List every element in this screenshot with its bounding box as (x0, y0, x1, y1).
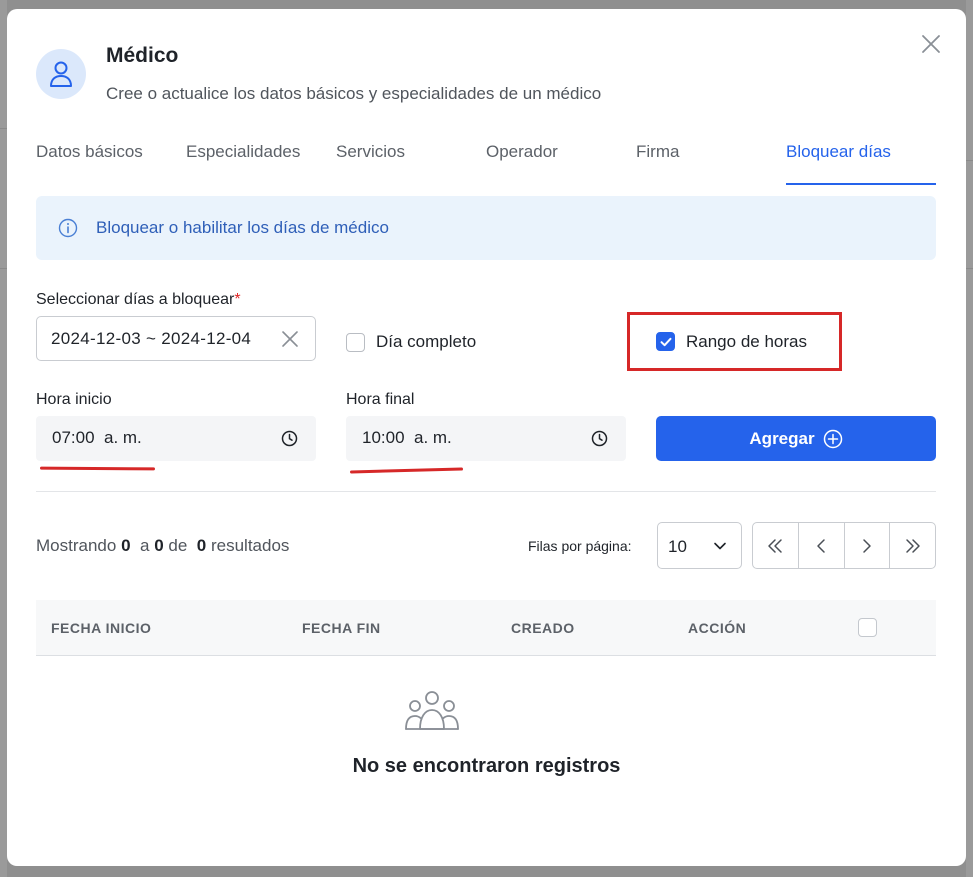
chevron-down-icon (714, 542, 726, 550)
start-hour-value: 07:00 a. m. (52, 428, 142, 447)
start-hour-input[interactable]: 07:00 a. m. (36, 416, 316, 461)
background-divider (0, 128, 7, 129)
background-divider (0, 268, 7, 269)
end-hour-value: 10:00 a. m. (362, 428, 452, 447)
clock-icon[interactable] (591, 430, 608, 447)
tab-operador[interactable]: Operador (486, 142, 558, 162)
showing-prefix: Mostrando (36, 536, 117, 555)
first-page-button[interactable] (753, 523, 799, 568)
pagination-controls (752, 522, 936, 569)
close-button[interactable] (920, 33, 942, 55)
tab-bloquear-dias[interactable]: Bloquear días (786, 142, 891, 162)
tab-firma[interactable]: Firma (636, 142, 679, 162)
annotation-underline (39, 466, 156, 471)
section-divider (36, 491, 936, 492)
showing-a: a (139, 536, 150, 555)
results-total: 0 (196, 536, 207, 555)
select-all-checkbox[interactable] (858, 618, 877, 637)
background-divider (966, 160, 973, 161)
medico-modal: Médico Cree o actualice los datos básico… (7, 9, 966, 866)
column-header-creado[interactable]: CREADO (511, 620, 575, 636)
start-hour-label: Hora inicio (36, 391, 112, 408)
rows-per-page-value: 10 (668, 537, 687, 556)
showing-de: de (168, 536, 188, 555)
dates-label-text: Seleccionar días a bloquear (36, 291, 235, 308)
dates-label: Seleccionar días a bloquear* (36, 291, 241, 309)
chevrons-right-icon (905, 538, 920, 553)
modal-title: Médico (106, 44, 179, 67)
plus-circle-icon (823, 429, 842, 448)
background-page-left (0, 0, 7, 877)
add-button-label: Agregar (749, 428, 815, 448)
chevrons-left-icon (768, 538, 783, 553)
tab-datos-basicos[interactable]: Datos básicos (36, 142, 143, 162)
results-summary: Mostrando 0 a 0 de 0 resultados (36, 536, 289, 556)
table-header: FECHA INICIO FECHA FIN CREADO ACCIÓN (36, 600, 936, 656)
date-range-input[interactable]: 2024-12-03 ~ 2024-12-04 (36, 316, 316, 361)
empty-state-text: No se encontraron registros (352, 755, 621, 777)
info-icon (58, 218, 78, 238)
results-to: 0 (154, 536, 164, 555)
chevron-left-icon (817, 538, 825, 553)
users-group-icon (405, 691, 459, 730)
column-header-fecha-fin[interactable]: FECHA FIN (302, 620, 381, 636)
rows-per-page-select[interactable]: 10 (657, 522, 742, 569)
modal-subtitle: Cree o actualice los datos básicos y esp… (106, 84, 602, 103)
annotation-highlight-box (627, 312, 842, 371)
previous-page-button[interactable] (799, 523, 845, 568)
showing-suffix: resultados (210, 536, 290, 555)
rows-per-page-label: Filas por página: (528, 538, 632, 554)
clear-icon[interactable] (281, 330, 299, 348)
chevron-right-icon (863, 538, 871, 553)
required-mark: * (234, 291, 241, 308)
tab-bar: Datos básicos Especialidades Servicios O… (7, 139, 966, 187)
results-from: 0 (121, 536, 131, 555)
user-avatar (36, 49, 86, 99)
close-icon (922, 35, 940, 53)
background-divider (966, 268, 973, 269)
background-page-right (966, 0, 973, 877)
active-tab-indicator (786, 183, 936, 185)
next-page-button[interactable] (845, 523, 891, 568)
date-range-value: 2024-12-03 ~ 2024-12-04 (51, 329, 252, 348)
full-day-checkbox[interactable] (346, 333, 365, 352)
add-button[interactable]: Agregar (656, 416, 936, 461)
last-page-button[interactable] (890, 523, 935, 568)
tab-servicios[interactable]: Servicios (336, 142, 405, 162)
info-text: Bloquear o habilitar los días de médico (96, 218, 389, 237)
column-header-accion[interactable]: ACCIÓN (688, 620, 746, 636)
full-day-label: Día completo (376, 332, 477, 351)
tab-especialidades[interactable]: Especialidades (186, 142, 300, 162)
user-icon (50, 61, 72, 87)
info-alert: Bloquear o habilitar los días de médico (36, 196, 936, 260)
clock-icon[interactable] (281, 430, 298, 447)
end-hour-input[interactable]: 10:00 a. m. (346, 416, 626, 461)
column-header-fecha-inicio[interactable]: FECHA INICIO (51, 620, 151, 636)
annotation-underline (349, 467, 464, 474)
end-hour-label: Hora final (346, 391, 415, 408)
